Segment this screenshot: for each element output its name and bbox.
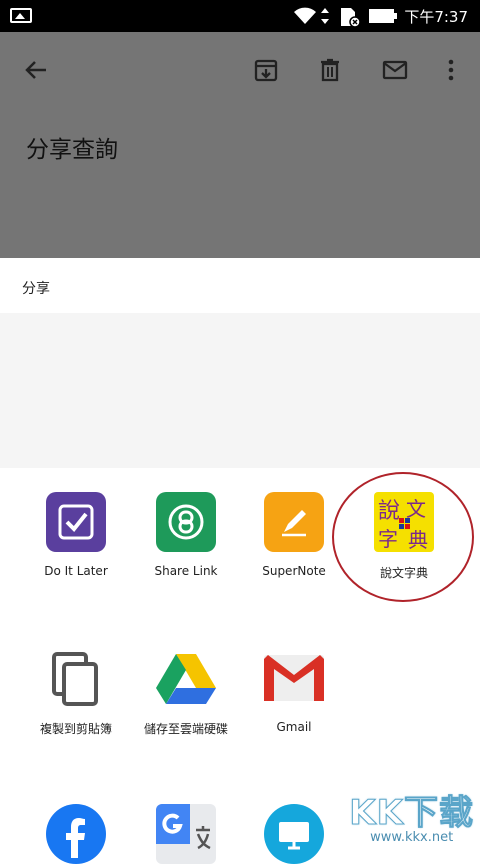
share-sheet: 分享 Do It Later Share Link SuperNote 說 文 … <box>0 258 480 864</box>
google-translate-icon <box>156 804 216 864</box>
app-screen-share[interactable] <box>234 804 354 864</box>
app-do-it-later[interactable]: Do It Later <box>16 492 136 578</box>
google-drive-icon <box>156 648 216 708</box>
app-google-translate[interactable] <box>126 804 246 864</box>
share-preview-area <box>0 313 480 468</box>
app-facebook[interactable] <box>16 804 136 864</box>
mail-icon[interactable] <box>381 56 409 84</box>
app-label: Do It Later <box>44 564 108 578</box>
app-google-drive[interactable]: 儲存至雲端硬碟 <box>126 648 246 737</box>
battery-icon <box>369 9 397 23</box>
wifi-icon <box>294 7 316 24</box>
status-time: 下午7:37 <box>404 8 468 26</box>
app-copy-to-clipboard[interactable]: 複製到剪貼簿 <box>16 648 136 737</box>
app-label: Share Link <box>154 564 218 578</box>
sd-card-icon <box>341 8 361 28</box>
share-link-icon <box>156 492 216 552</box>
supernote-icon <box>264 492 324 552</box>
data-arrows-icon <box>321 8 329 24</box>
app-label: 複製到剪貼簿 <box>39 722 112 736</box>
app-label: SuperNote <box>262 564 326 578</box>
app-share-link[interactable]: Share Link <box>126 492 246 578</box>
gmail-icon <box>264 648 324 708</box>
app-gmail[interactable]: Gmail <box>234 648 354 734</box>
share-sheet-header: 分享 <box>22 281 50 297</box>
note-app-bar: 分享查詢 <box>0 32 480 258</box>
highlight-circle <box>332 472 474 602</box>
note-title: 分享查詢 <box>26 137 118 163</box>
back-arrow-icon[interactable] <box>22 56 50 84</box>
facebook-icon <box>46 804 106 864</box>
gallery-notification-icon <box>10 8 32 23</box>
monitor-icon <box>264 804 324 864</box>
copy-icon <box>46 648 106 708</box>
more-vert-icon[interactable] <box>437 56 465 84</box>
delete-icon[interactable] <box>316 56 344 84</box>
archive-icon[interactable] <box>252 56 280 84</box>
do-it-later-icon <box>46 492 106 552</box>
app-label: 儲存至雲端硬碟 <box>143 722 228 736</box>
app-label: Gmail <box>276 720 312 734</box>
watermark: KK下载 www.kkx.net <box>349 785 474 846</box>
status-bar: 下午7:37 <box>0 0 480 32</box>
watermark-brand: KK下载 <box>349 793 474 834</box>
